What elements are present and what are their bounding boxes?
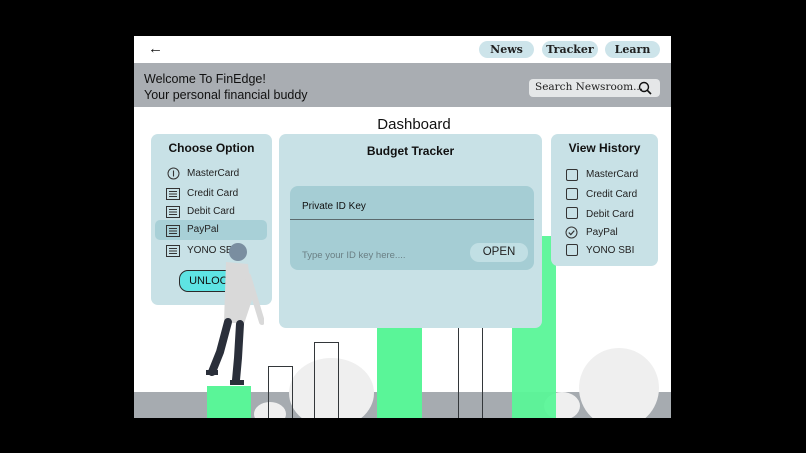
- private-key-card: Private ID Key Type your ID key here....…: [290, 186, 534, 270]
- bar-green-1: [207, 386, 251, 418]
- search-newsroom-field[interactable]: Search Newsroom...: [529, 79, 660, 97]
- check-circle-icon[interactable]: [565, 226, 578, 244]
- checkbox[interactable]: [566, 207, 578, 219]
- history-label: Debit Card: [586, 209, 634, 220]
- welcome-subtitle: Your personal financial buddy: [144, 88, 308, 102]
- view-history-panel: View History MasterCard Credit Card Debi…: [551, 134, 658, 266]
- leaf-shape-right: [579, 348, 659, 418]
- checkbox[interactable]: [566, 244, 578, 256]
- option-label: MasterCard: [187, 168, 240, 179]
- history-label: MasterCard: [586, 169, 639, 180]
- option-label: Debit Card: [187, 206, 235, 217]
- budget-tracker-panel: Budget Tracker Private ID Key Type your …: [279, 134, 542, 328]
- private-key-divider: [290, 219, 534, 220]
- bar-outline-2: [314, 342, 339, 418]
- bar-outline-1: [268, 366, 293, 418]
- news-button[interactable]: News: [479, 41, 534, 58]
- choose-option-title: Choose Option: [168, 141, 255, 155]
- card-icon: [166, 187, 180, 205]
- page-title: Dashboard: [377, 116, 451, 133]
- card-icon: [166, 244, 180, 262]
- app-window: ← News Tracker Learn Welcome To FinEdge!…: [134, 36, 671, 418]
- info-icon: [167, 167, 180, 185]
- checkbox[interactable]: [566, 169, 578, 181]
- option-label: Credit Card: [187, 188, 239, 199]
- welcome-title: Welcome To FinEdge!: [144, 72, 266, 86]
- checkbox[interactable]: [566, 188, 578, 200]
- search-icon[interactable]: [638, 81, 652, 100]
- private-key-label: Private ID Key: [302, 201, 366, 212]
- card-icon: [166, 224, 180, 242]
- learn-button[interactable]: Learn: [605, 41, 660, 58]
- open-button[interactable]: OPEN: [470, 243, 528, 262]
- view-history-title: View History: [568, 141, 641, 155]
- history-label: PayPal: [586, 227, 618, 238]
- budget-tracker-title: Budget Tracker: [366, 144, 455, 158]
- tracker-button[interactable]: Tracker: [542, 41, 598, 58]
- history-label: Credit Card: [586, 189, 638, 200]
- option-label: PayPal: [187, 224, 219, 235]
- private-key-input[interactable]: Type your ID key here....: [302, 250, 406, 261]
- search-input[interactable]: Search Newsroom...: [535, 81, 643, 93]
- person-illustration: [206, 243, 264, 385]
- option-item-paypal-selected[interactable]: PayPal: [155, 220, 267, 240]
- back-arrow-icon[interactable]: ←: [148, 40, 163, 57]
- history-label: YONO SBI: [586, 245, 635, 256]
